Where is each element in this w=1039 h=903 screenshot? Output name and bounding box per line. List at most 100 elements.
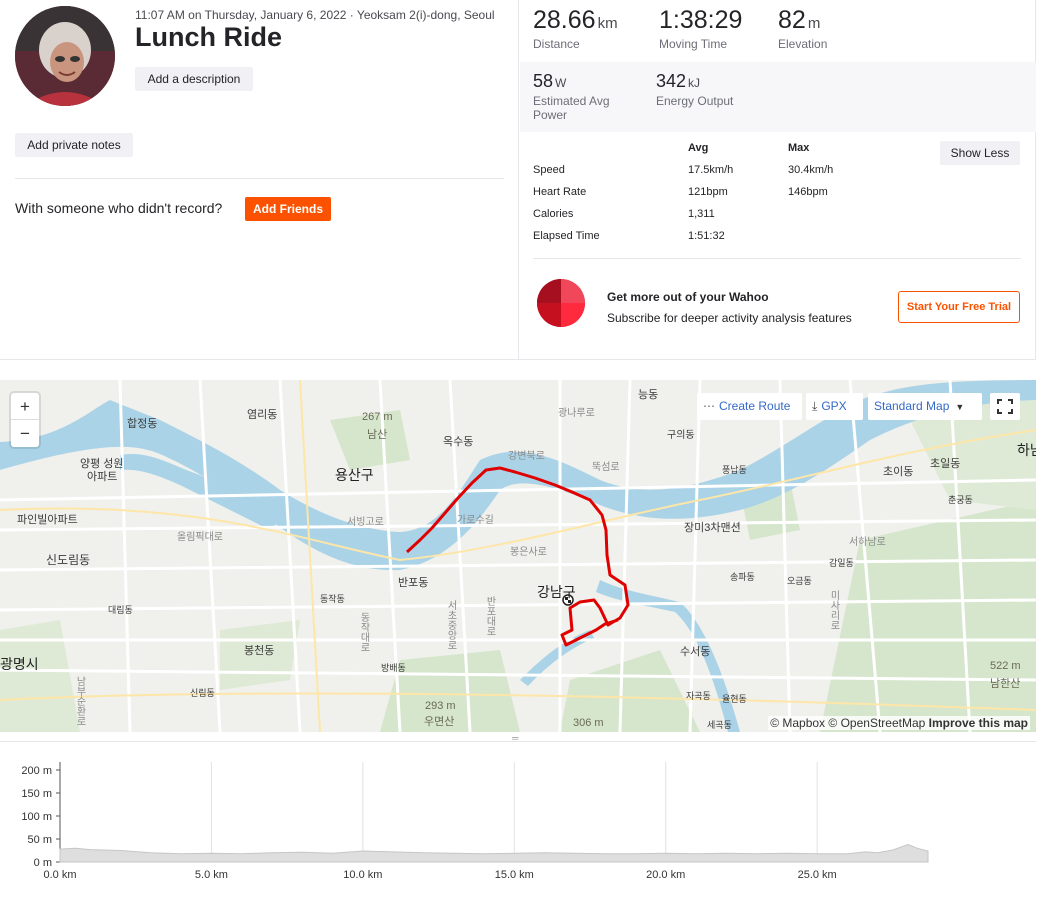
map-label: 능동	[638, 389, 659, 401]
divider	[15, 178, 504, 179]
map-label: 장미3차맨션	[684, 522, 741, 534]
zoom-in-button[interactable]: +	[11, 393, 39, 420]
map-style-label: Standard Map	[874, 399, 950, 413]
power-label: Estimated Avg Power	[533, 94, 610, 122]
fullscreen-icon	[997, 399, 1013, 414]
x-tick-label: 15.0 km	[495, 869, 534, 881]
map-label: 동작대로	[358, 612, 369, 652]
map-label: 서초중앙로	[445, 600, 456, 650]
distance-label: Distance	[533, 37, 580, 51]
elevation-unit: m	[807, 15, 821, 32]
osm-link[interactable]: © OpenStreetMap	[828, 716, 925, 730]
map-label: 522 m	[990, 660, 1021, 672]
x-tick-label: 25.0 km	[798, 869, 837, 881]
energy-value: 342	[656, 71, 687, 91]
y-tick-label: 100 m	[21, 811, 52, 823]
row-label: Calories	[533, 208, 574, 220]
map-label: 강남구	[537, 584, 576, 600]
map-label: 올림픽대로	[177, 532, 223, 543]
improve-map-link[interactable]: Improve this map	[929, 716, 1028, 730]
moving-time-label: Moving Time	[659, 37, 728, 51]
map-label: 염리동	[247, 409, 278, 421]
create-route-label: Create Route	[719, 399, 791, 413]
activity-meta: 11:07 AM on Thursday, January 6, 2022 · …	[135, 8, 495, 22]
route-map[interactable]: 합정동 염리동 267 m 남산 옥수동 능동 광나루로 구의동 강변북로 뚝섬…	[0, 380, 1036, 732]
energy-stat: 342 kJ Energy Output	[656, 71, 733, 108]
promo-title: Get more out of your Wahoo	[607, 290, 769, 304]
power-value: 58	[533, 71, 554, 91]
table-row: Elapsed Time 1:51:32	[533, 230, 863, 246]
row-avg: 1:51:32	[688, 230, 725, 242]
stats-panel: 28.66 km Distance 1:38:29 Moving Time 82 m…	[520, 0, 1036, 360]
add-friends-button[interactable]: Add Friends	[245, 197, 331, 221]
map-label: 가로수길	[457, 515, 494, 526]
distance-stat: 28.66 km Distance	[533, 6, 618, 51]
map-label: 신림동	[190, 688, 215, 698]
y-tick-label: 50 m	[28, 834, 52, 846]
mapbox-link[interactable]: © Mapbox	[770, 716, 825, 730]
map-label: 풍납동	[722, 465, 747, 475]
zoom-out-button[interactable]: −	[11, 420, 39, 447]
x-tick-label: 10.0 km	[343, 869, 382, 881]
activity-header: 11:07 AM on Thursday, January 6, 2022 · …	[0, 0, 1036, 360]
map-label: 초일동	[930, 458, 961, 470]
power-unit: W	[555, 76, 567, 90]
map-label: 동작동	[320, 594, 345, 604]
energy-label: Energy Output	[656, 94, 734, 108]
with-someone-text: With someone who didn't record?	[15, 200, 223, 216]
map-label: 남산	[367, 429, 388, 441]
x-tick-label: 0.0 km	[43, 869, 76, 881]
map-label: 광나루로	[558, 408, 595, 419]
map-label: 송파동	[730, 572, 755, 582]
row-avg: 121bpm	[688, 186, 728, 198]
download-icon: ⤓	[812, 399, 818, 413]
map-label: 아파트	[87, 471, 118, 483]
divider	[533, 258, 1021, 259]
add-description-button[interactable]: Add a description	[135, 67, 253, 91]
map-label: 미사리로	[828, 590, 839, 630]
map-label: 자곡동	[686, 691, 711, 701]
map-label: 광명시	[0, 656, 39, 672]
map-label: 반포대로	[484, 596, 495, 636]
map-label: 방배동	[381, 663, 406, 673]
map-label: 감일동	[829, 558, 854, 568]
map-label: 봉천동	[244, 645, 275, 657]
create-route-button[interactable]: ⋯ Create Route	[697, 393, 802, 420]
y-tick-label: 200 m	[21, 765, 52, 777]
table-row: Heart Rate 121bpm 146bpm	[533, 186, 863, 202]
map-label: 용산구	[335, 467, 374, 483]
elevation-stat: 82 m Elevation	[778, 6, 827, 51]
row-avg: 1,311	[688, 208, 715, 220]
row-avg: 17.5km/h	[688, 164, 734, 176]
row-label: Speed	[533, 164, 565, 176]
map-label: 옥수동	[443, 436, 474, 448]
zoom-control: + −	[11, 393, 39, 447]
start-free-trial-button[interactable]: Start Your Free Trial	[898, 291, 1020, 323]
y-tick-label: 150 m	[21, 788, 52, 800]
map-style-select[interactable]: Standard Map ▼	[868, 393, 982, 420]
table-row: Calories 1,311	[533, 208, 863, 224]
row-max: 30.4km/h	[788, 164, 834, 176]
avatar[interactable]	[15, 6, 115, 106]
moving-time-stat: 1:38:29 Moving Time	[659, 6, 742, 51]
map-label: 서빙고로	[347, 517, 384, 528]
show-less-button[interactable]: Show Less	[940, 141, 1020, 165]
x-tick-label: 5.0 km	[195, 869, 228, 881]
add-private-notes-button[interactable]: Add private notes	[15, 133, 133, 157]
gpx-label: GPX	[821, 399, 847, 413]
fullscreen-button[interactable]	[990, 393, 1020, 420]
elevation-chart: 200 m 150 m 100 m 50 m 0 m 0.0 km 5.0 km 10.0 k…	[0, 752, 1036, 903]
chevron-down-icon: ▼	[955, 402, 965, 412]
avg-header: Avg	[688, 142, 709, 154]
elevation-label: Elevation	[778, 37, 828, 51]
gpx-button[interactable]: ⤓ GPX	[806, 393, 863, 420]
energy-unit: kJ	[688, 76, 701, 90]
distance-value: 28.66	[533, 6, 596, 34]
map-label: 대림동	[108, 605, 133, 615]
x-tick-label: 20.0 km	[646, 869, 685, 881]
divider	[0, 741, 1036, 742]
power-stat: 58 W Estimated Avg Power	[533, 71, 633, 122]
map-label: 남부순환로	[74, 676, 85, 726]
activity-title: Lunch Ride	[135, 22, 282, 52]
map-label: 강변북로	[508, 451, 545, 462]
